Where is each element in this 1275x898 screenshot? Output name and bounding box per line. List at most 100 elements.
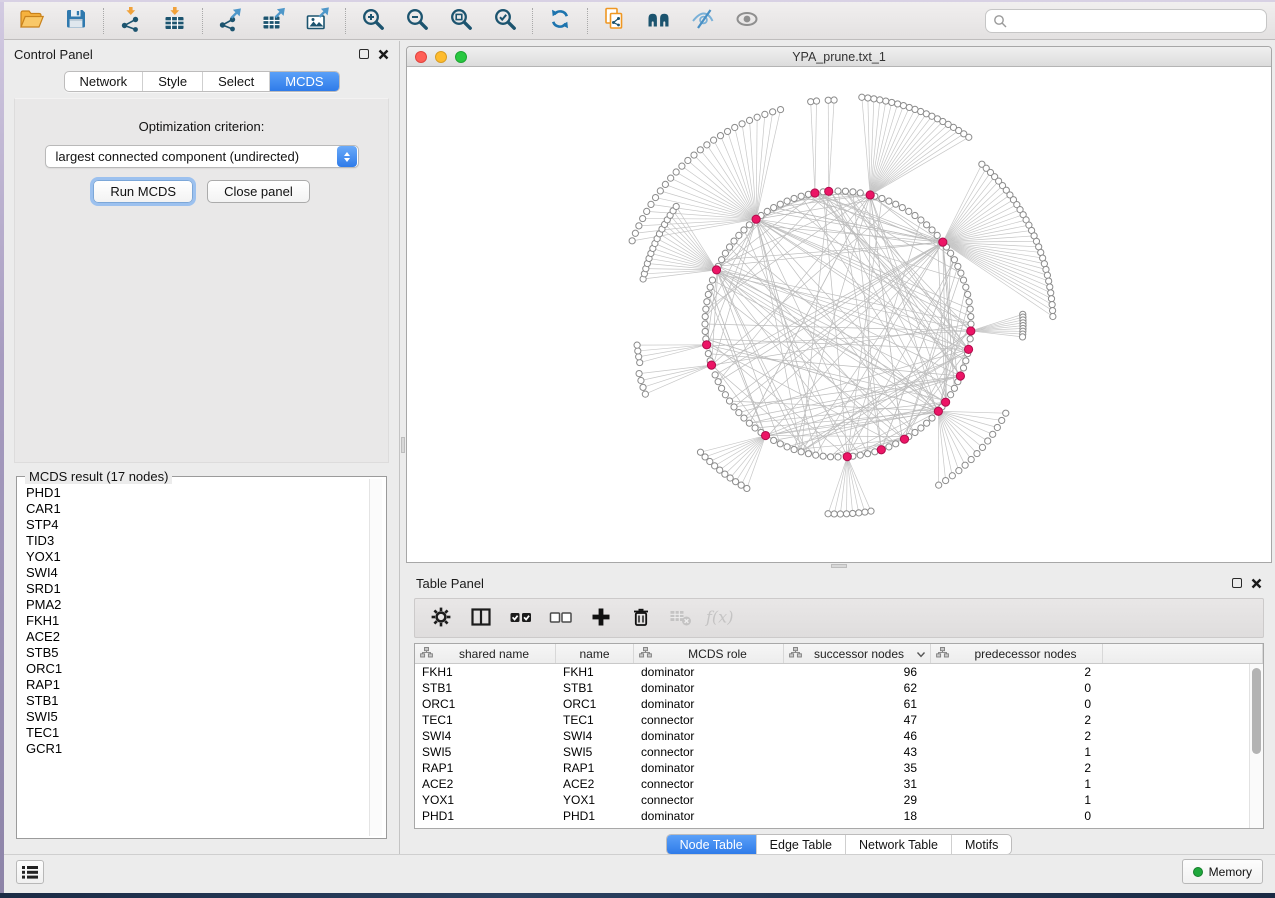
export-table-button[interactable] <box>252 5 296 37</box>
float-table-panel-icon[interactable] <box>1232 578 1242 588</box>
column-header-shared-name[interactable]: shared name <box>415 644 556 663</box>
export-image-button[interactable] <box>296 5 340 37</box>
memory-label: Memory <box>1209 865 1252 879</box>
mcds-result-item[interactable]: STB5 <box>18 645 366 661</box>
new-network-from-selection-button[interactable] <box>593 5 637 37</box>
open-file-button[interactable] <box>10 5 54 37</box>
cell-predecessor_nodes: 0 <box>931 808 1103 824</box>
refresh-network-button[interactable] <box>538 5 582 37</box>
table-tab-node-table[interactable]: Node Table <box>667 835 757 854</box>
optimization-criterion-select[interactable]: largest connected component (undirected) <box>45 145 359 168</box>
column-header-predecessor-nodes[interactable]: predecessor nodes <box>931 644 1103 663</box>
split-panel-button[interactable] <box>461 602 501 634</box>
cell-mcds_role: connector <box>634 712 784 728</box>
zoom-out-button[interactable] <box>395 5 439 37</box>
mcds-result-item[interactable]: STP4 <box>18 517 366 533</box>
show-all-button[interactable] <box>725 5 769 37</box>
network-canvas[interactable] <box>407 67 1271 562</box>
mcds-result-item[interactable]: PHD1 <box>18 485 366 501</box>
zoom-selected-button[interactable] <box>483 5 527 37</box>
cell-mcds_role: connector <box>634 792 784 808</box>
table-row[interactable]: PHD1PHD1dominator180 <box>415 808 1263 824</box>
first-neighbors-icon <box>646 7 672 34</box>
table-row[interactable]: YOX1YOX1connector291 <box>415 792 1263 808</box>
main-toolbar <box>4 2 1275 40</box>
delete-columns-button[interactable] <box>621 602 661 634</box>
result-list-scrollbar[interactable] <box>369 479 382 836</box>
mcds-result-item[interactable]: RAP1 <box>18 677 366 693</box>
float-panel-icon[interactable] <box>359 49 369 59</box>
table-scrollbar-thumb[interactable] <box>1252 668 1261 754</box>
cell-predecessor_nodes: 0 <box>931 696 1103 712</box>
show-all-icon <box>734 7 760 34</box>
equation-builder-button[interactable]: f(x) <box>701 602 741 634</box>
tab-network[interactable]: Network <box>65 72 144 91</box>
mcds-result-item[interactable]: SWI4 <box>18 565 366 581</box>
mcds-result-item[interactable]: SRD1 <box>18 581 366 597</box>
mcds-result-item[interactable]: CAR1 <box>18 501 366 517</box>
mcds-result-item[interactable]: TID3 <box>18 533 366 549</box>
cell-predecessor_nodes: 1 <box>931 744 1103 760</box>
import-network-button[interactable] <box>109 5 153 37</box>
mcds-result-item[interactable]: STB1 <box>18 693 366 709</box>
mcds-result-item[interactable]: ACE2 <box>18 629 366 645</box>
vertical-splitter[interactable] <box>399 41 406 859</box>
table-row[interactable]: SWI4SWI4dominator462 <box>415 728 1263 744</box>
zoom-in-button[interactable] <box>351 5 395 37</box>
column-header-name[interactable]: name <box>556 644 634 663</box>
mcds-result-item[interactable]: GCR1 <box>18 741 366 757</box>
horizontal-splitter[interactable] <box>406 563 1272 570</box>
select-all-columns-button[interactable] <box>501 602 541 634</box>
cell-shared_name: SWI4 <box>415 728 556 744</box>
cell-predecessor_nodes: 2 <box>931 760 1103 776</box>
table-tab-network-table[interactable]: Network Table <box>846 835 952 854</box>
mcds-result-item[interactable]: ORC1 <box>18 661 366 677</box>
table-tab-motifs[interactable]: Motifs <box>952 835 1011 854</box>
create-column-button[interactable] <box>581 602 621 634</box>
close-panel-button[interactable]: Close panel <box>207 180 310 203</box>
table-row[interactable]: FKH1FKH1dominator962 <box>415 664 1263 680</box>
cell-name: TEC1 <box>556 712 634 728</box>
zoom-fit-content-button[interactable] <box>439 5 483 37</box>
column-header-filler <box>1103 644 1263 663</box>
table-row[interactable]: TEC1TEC1connector472 <box>415 712 1263 728</box>
column-header-mcds-role[interactable]: MCDS role <box>634 644 784 663</box>
tab-mcds[interactable]: MCDS <box>270 72 338 91</box>
memory-button[interactable]: Memory <box>1182 859 1263 884</box>
mcds-result-item[interactable]: SWI5 <box>18 709 366 725</box>
toolbar-separator <box>587 8 588 34</box>
mcds-result-item[interactable]: PMA2 <box>18 597 366 613</box>
close-panel-icon[interactable] <box>378 49 389 60</box>
table-row[interactable]: STB1STB1dominator620 <box>415 680 1263 696</box>
export-network-button[interactable] <box>208 5 252 37</box>
table-row[interactable]: ORC1ORC1dominator610 <box>415 696 1263 712</box>
tab-select[interactable]: Select <box>203 72 270 91</box>
export-image-icon <box>305 6 331 35</box>
table-row[interactable]: RAP1RAP1dominator352 <box>415 760 1263 776</box>
mcds-result-item[interactable]: YOX1 <box>18 549 366 565</box>
run-mcds-button[interactable]: Run MCDS <box>93 180 193 203</box>
table-row[interactable]: ACE2ACE2connector311 <box>415 776 1263 792</box>
new-network-from-selection-icon <box>602 6 628 35</box>
save-session-button[interactable] <box>54 5 98 37</box>
import-table-button[interactable] <box>153 5 197 37</box>
mcds-result-item[interactable]: TEC1 <box>18 725 366 741</box>
table-scrollbar[interactable] <box>1249 664 1263 828</box>
mcds-result-item[interactable]: FKH1 <box>18 613 366 629</box>
table-row[interactable]: SWI5SWI5connector431 <box>415 744 1263 760</box>
network-column-icon <box>639 647 652 661</box>
task-history-button[interactable] <box>16 860 44 884</box>
hide-selected-button[interactable] <box>681 5 725 37</box>
column-header-successor-nodes[interactable]: successor nodes <box>784 644 931 663</box>
table-tab-edge-table[interactable]: Edge Table <box>757 835 846 854</box>
optimization-criterion-label: Optimization criterion: <box>15 119 388 134</box>
column-settings-button[interactable] <box>421 602 461 634</box>
unselect-all-columns-button[interactable] <box>541 602 581 634</box>
select-stepper-icon <box>337 146 357 167</box>
close-table-panel-icon[interactable] <box>1251 578 1262 589</box>
delete-table-button[interactable] <box>661 602 701 634</box>
task-list-icon <box>22 865 38 879</box>
search-input[interactable] <box>985 9 1267 33</box>
first-neighbors-button[interactable] <box>637 5 681 37</box>
tab-style[interactable]: Style <box>143 72 203 91</box>
